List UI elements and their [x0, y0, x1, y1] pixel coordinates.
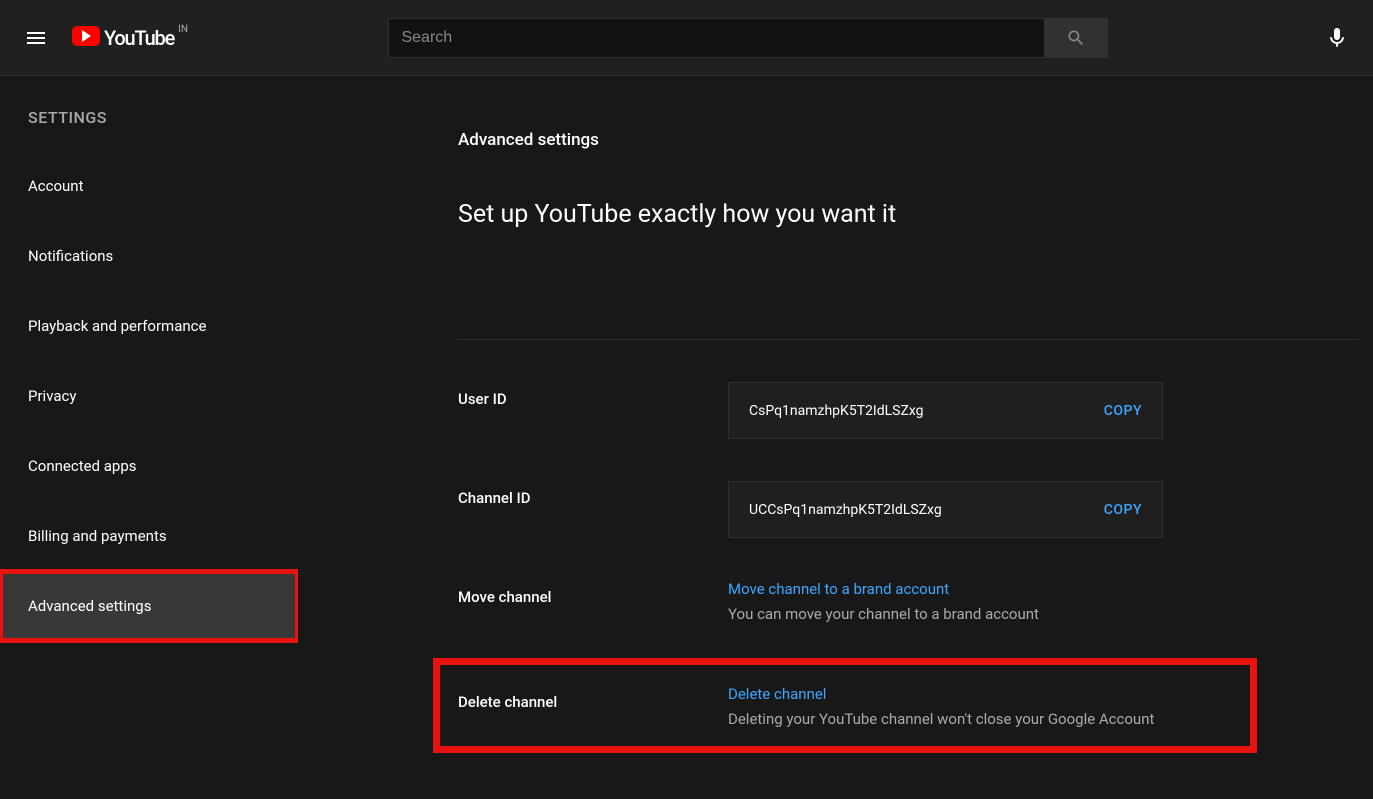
sidebar-item-privacy[interactable]: Privacy: [0, 361, 298, 431]
channel-id-box: UCCsPq1namzhpK5T2IdLSZxg COPY: [728, 481, 1163, 538]
move-channel-label: Move channel: [458, 580, 728, 623]
move-channel-link[interactable]: Move channel to a brand account: [728, 580, 1358, 598]
channel-id-row: Channel ID UCCsPq1namzhpK5T2IdLSZxg COPY: [458, 481, 1358, 538]
sidebar-item-playback[interactable]: Playback and performance: [0, 291, 298, 361]
sidebar-item-account[interactable]: Account: [0, 151, 298, 221]
sidebar-item-label: Advanced settings: [28, 597, 151, 615]
sidebar-item-advanced-settings[interactable]: Advanced settings: [0, 571, 298, 641]
copy-channel-id-button[interactable]: COPY: [1104, 502, 1142, 518]
sidebar-item-label: Billing and payments: [28, 527, 167, 545]
search-button[interactable]: [1044, 18, 1108, 58]
sidebar-item-label: Privacy: [28, 387, 76, 405]
logo-text: YouTube: [104, 26, 174, 50]
sidebar-item-label: Account: [28, 177, 84, 195]
move-channel-row: Move channel Move channel to a brand acc…: [458, 580, 1358, 623]
delete-channel-desc: Deleting your YouTube channel won't clos…: [728, 710, 1154, 728]
sidebar: SETTINGS Account Notifications Playback …: [0, 76, 298, 799]
header: YouTube IN: [0, 0, 1373, 76]
country-code: IN: [178, 24, 188, 35]
hamburger-menu-button[interactable]: [16, 18, 56, 58]
page-subtitle: Set up YouTube exactly how you want it: [458, 200, 1373, 229]
delete-channel-highlight: Delete channel Delete channel Deleting y…: [440, 665, 1250, 746]
sidebar-item-label: Connected apps: [28, 457, 136, 475]
user-id-content: CsPq1namzhpK5T2IdLSZxg COPY: [728, 382, 1358, 439]
move-channel-desc: You can move your channel to a brand acc…: [728, 605, 1039, 623]
sidebar-item-notifications[interactable]: Notifications: [0, 221, 298, 291]
user-id-label: User ID: [458, 382, 728, 439]
divider: [458, 339, 1358, 340]
sidebar-item-label: Playback and performance: [28, 317, 206, 335]
body-container: SETTINGS Account Notifications Playback …: [0, 76, 1373, 799]
voice-search-button[interactable]: [1317, 18, 1357, 58]
delete-channel-label: Delete channel: [458, 685, 728, 728]
hamburger-icon: [24, 26, 48, 50]
delete-channel-link[interactable]: Delete channel: [728, 685, 1358, 703]
delete-channel-content: Delete channel Deleting your YouTube cha…: [728, 685, 1358, 728]
user-id-value: CsPq1namzhpK5T2IdLSZxg: [749, 403, 924, 419]
channel-id-value: UCCsPq1namzhpK5T2IdLSZxg: [749, 502, 942, 518]
copy-user-id-button[interactable]: COPY: [1104, 403, 1142, 419]
search-container: [388, 18, 1108, 58]
youtube-logo[interactable]: YouTube IN: [72, 26, 188, 50]
search-input[interactable]: [388, 18, 1044, 58]
move-channel-content: Move channel to a brand account You can …: [728, 580, 1358, 623]
sidebar-item-connected-apps[interactable]: Connected apps: [0, 431, 298, 501]
delete-channel-row: Delete channel Delete channel Deleting y…: [458, 685, 1358, 728]
channel-id-content: UCCsPq1namzhpK5T2IdLSZxg COPY: [728, 481, 1358, 538]
search-icon: [1066, 28, 1086, 48]
sidebar-item-billing[interactable]: Billing and payments: [0, 501, 298, 571]
main-content: Advanced settings Set up YouTube exactly…: [298, 76, 1373, 799]
page-title: Advanced settings: [458, 130, 1373, 150]
youtube-play-icon: [72, 26, 100, 46]
sidebar-item-label: Notifications: [28, 247, 113, 265]
user-id-box: CsPq1namzhpK5T2IdLSZxg COPY: [728, 382, 1163, 439]
sidebar-title: SETTINGS: [0, 96, 298, 151]
channel-id-label: Channel ID: [458, 481, 728, 538]
user-id-row: User ID CsPq1namzhpK5T2IdLSZxg COPY: [458, 382, 1358, 439]
microphone-icon: [1325, 26, 1349, 50]
